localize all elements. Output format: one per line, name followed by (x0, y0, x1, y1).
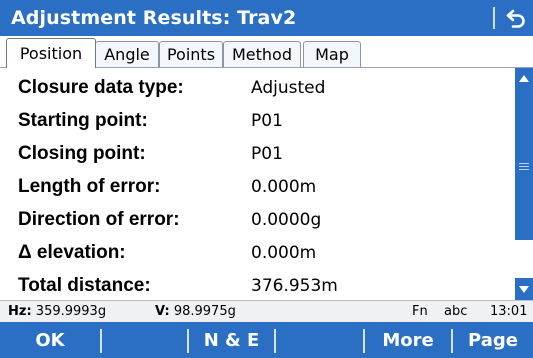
scroll-grip-line (519, 163, 529, 164)
fn-indicator: Fn (412, 304, 428, 319)
result-label: Total distance: (18, 274, 151, 296)
hz-label: Hz: (8, 304, 32, 319)
tab-position[interactable]: Position (6, 38, 96, 69)
tab-map[interactable]: Map (303, 41, 361, 67)
scroll-grip-line (519, 166, 529, 167)
more-button[interactable]: More (365, 322, 451, 358)
hz-value: 359.9993g (35, 304, 107, 319)
tab-strip: Position Angle Points Method Map (0, 36, 533, 69)
clock: 13:01 (490, 304, 528, 319)
tab-angle[interactable]: Angle (95, 41, 159, 67)
results-panel: Closure data type: Adjusted Starting poi… (0, 68, 514, 300)
input-mode-indicator: abc (444, 304, 468, 319)
window-title: Adjustment Results: Trav2 (11, 7, 297, 29)
result-value: 376.953m (251, 275, 338, 296)
result-label: Closure data type: (18, 76, 184, 98)
result-label: Closing point: (18, 142, 146, 164)
arrow-up-icon (519, 75, 529, 82)
back-arrow-icon[interactable] (504, 6, 528, 30)
scroll-grip-line (519, 169, 529, 170)
v-label: V: (155, 304, 170, 319)
softkey-bar: OK N & E More Page (0, 322, 533, 358)
result-value: 0.000m (251, 242, 317, 263)
ne-button[interactable]: N & E (189, 322, 274, 358)
arrow-down-icon (519, 286, 529, 293)
vertical-scrollbar[interactable] (515, 68, 533, 300)
result-value: Adjusted (251, 77, 326, 98)
result-value: 0.0000g (251, 209, 322, 230)
page-button[interactable]: Page (453, 322, 533, 358)
title-separator (493, 7, 495, 29)
result-value: 0.000m (251, 176, 317, 197)
tab-method[interactable]: Method (223, 41, 301, 67)
softkey-f4[interactable] (276, 322, 363, 358)
scroll-thumb[interactable] (515, 90, 533, 240)
hz-readout: Hz: 359.9993g (8, 304, 106, 319)
result-label: Length of error: (18, 175, 161, 197)
result-value: P01 (251, 143, 283, 164)
v-value: 98.9975g (173, 304, 236, 319)
softkey-f2[interactable] (102, 322, 187, 358)
result-value: P01 (251, 110, 283, 131)
scroll-up-button[interactable] (515, 68, 533, 90)
result-label: Direction of error: (18, 208, 180, 230)
v-readout: V: 98.9975g (155, 304, 236, 319)
result-label: Starting point: (18, 109, 148, 131)
ok-button[interactable]: OK (0, 322, 100, 358)
scroll-down-button[interactable] (515, 278, 533, 300)
title-bar: Adjustment Results: Trav2 (0, 0, 533, 36)
scroll-track[interactable] (515, 240, 533, 278)
tab-points[interactable]: Points (159, 41, 223, 67)
status-bar: Hz: 359.9993g V: 98.9975g Fn abc 13:01 (0, 300, 533, 322)
result-label: Δ elevation: (18, 241, 126, 263)
